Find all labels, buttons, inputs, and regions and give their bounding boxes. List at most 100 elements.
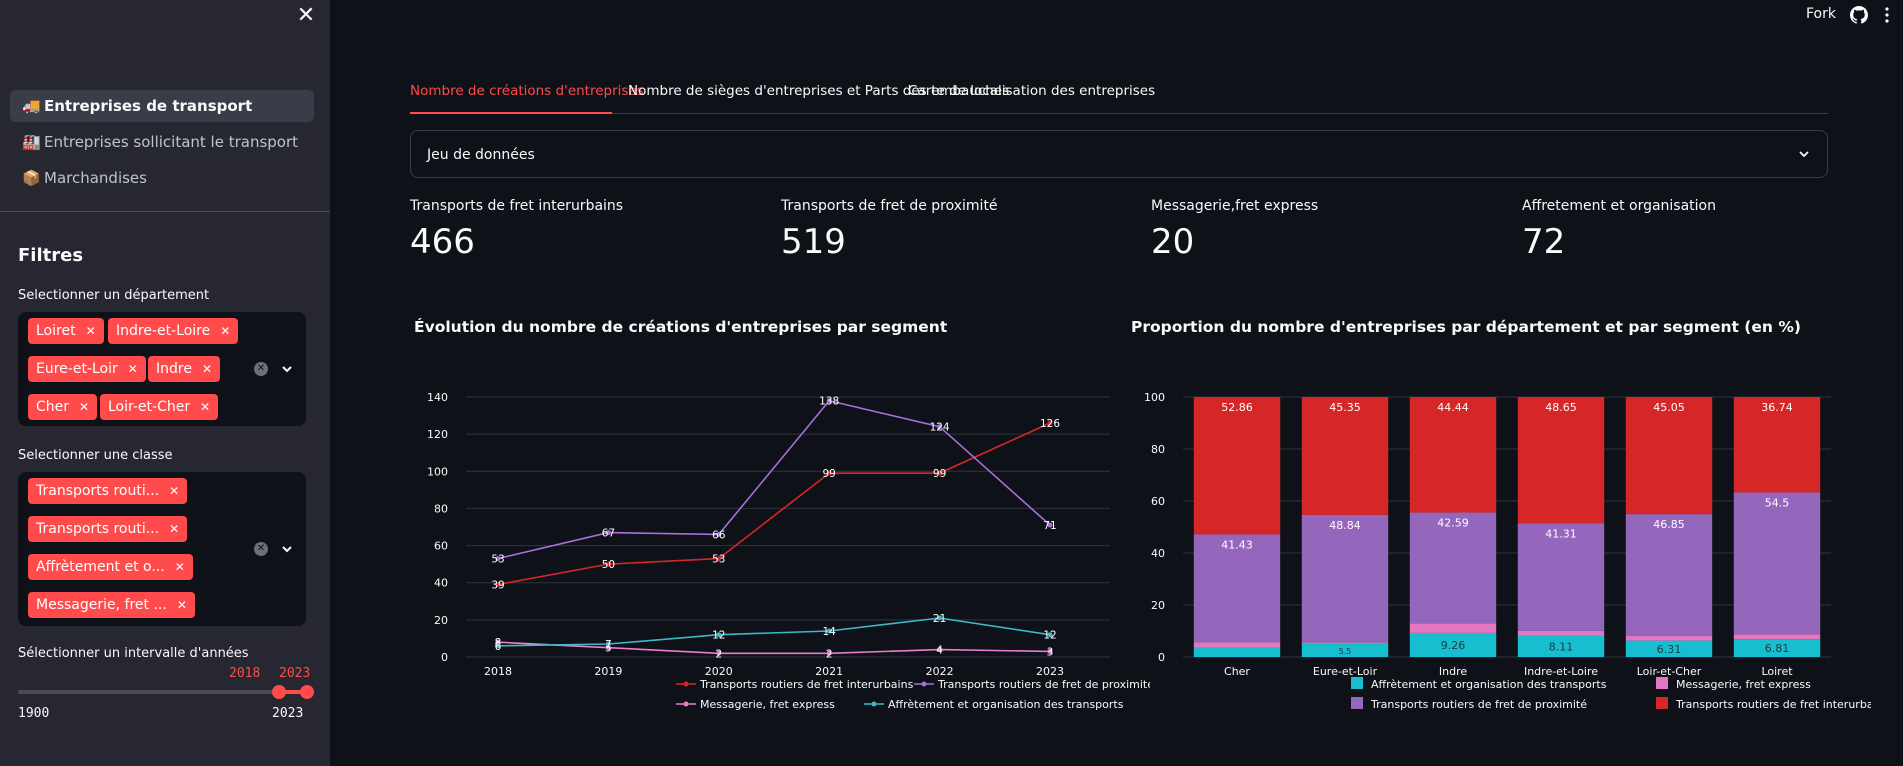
- metric-value: 72: [1522, 222, 1566, 262]
- remove-tag-icon[interactable]: ✕: [128, 362, 138, 376]
- data-label: 45.05: [1653, 401, 1685, 414]
- remove-tag-icon[interactable]: ✕: [169, 484, 179, 498]
- chevron-down-icon: [1799, 151, 1809, 158]
- y-tick-label: 20: [434, 614, 448, 627]
- tab-carte[interactable]: Carte de localisation des entreprises: [908, 82, 1155, 114]
- data-label: 99: [933, 468, 946, 480]
- nav-item-entreprises-transport[interactable]: 🚚 Entreprises de transport: [10, 90, 314, 122]
- bar-segment: [1409, 397, 1497, 513]
- tag-label: Indre: [156, 361, 192, 377]
- bar-segment: [1625, 635, 1713, 641]
- remove-tag-icon[interactable]: ✕: [175, 560, 185, 574]
- y-tick-label: 80: [1151, 443, 1165, 456]
- slider-handle-high[interactable]: [300, 685, 314, 699]
- sidebar-nav: 🚚 Entreprises de transport 🏭 Entreprises…: [10, 90, 314, 198]
- data-label: 41.31: [1545, 527, 1577, 540]
- clear-icon[interactable]: ✕: [254, 542, 268, 556]
- slider-value-high: 2023: [279, 666, 311, 681]
- remove-tag-icon[interactable]: ✕: [202, 362, 212, 376]
- y-tick-label: 40: [1151, 547, 1165, 560]
- metric-interurbains: Transports de fret interurbains 466: [410, 198, 623, 262]
- class-multiselect[interactable]: Transports routi... ✕ Transports routi...…: [18, 472, 306, 626]
- slider-max: 2023: [272, 706, 304, 721]
- tag-cher[interactable]: Cher ✕: [28, 394, 98, 420]
- metric-label: Transports de fret de proximité: [781, 198, 998, 214]
- legend-label: Transports routiers de fret de proximité: [937, 678, 1150, 691]
- remove-tag-icon[interactable]: ✕: [220, 324, 230, 338]
- remove-tag-icon[interactable]: ✕: [86, 324, 96, 338]
- y-tick-label: 60: [1151, 495, 1165, 508]
- tag-loiret[interactable]: Loiret ✕: [28, 318, 104, 344]
- slider-handle-low[interactable]: [272, 685, 286, 699]
- y-tick-label: 140: [427, 391, 448, 404]
- data-label: 138: [819, 396, 839, 408]
- sidebar-divider: [0, 211, 330, 212]
- legend-label: Messagerie, fret express: [1676, 678, 1811, 691]
- x-tick-label: 2018: [484, 665, 512, 678]
- remove-tag-icon[interactable]: ✕: [177, 598, 187, 612]
- truck-icon: 🚚: [22, 97, 41, 115]
- tag-label: Messagerie, fret ...: [36, 597, 167, 613]
- tag-class[interactable]: Transports routi... ✕: [28, 478, 188, 504]
- tag-eure-et-loir[interactable]: Eure-et-Loir ✕: [28, 356, 146, 382]
- data-label: 21: [933, 613, 946, 625]
- legend-label: Messagerie, fret express: [700, 698, 835, 711]
- nav-item-entreprises-sollicitant[interactable]: 🏭 Entreprises sollicitant le transport: [10, 126, 314, 158]
- tag-class[interactable]: Messagerie, fret ... ✕: [28, 592, 195, 618]
- legend-marker: [871, 701, 877, 707]
- data-label: 2: [715, 648, 722, 660]
- legend-swatch: [1656, 677, 1668, 689]
- data-label: 50: [602, 559, 615, 571]
- bar-segment: [1301, 641, 1389, 643]
- tag-class[interactable]: Affrètement et o... ✕: [28, 554, 193, 580]
- data-label: 6: [495, 641, 502, 653]
- close-icon[interactable]: ✕: [294, 4, 318, 28]
- chevron-down-icon[interactable]: [280, 542, 294, 556]
- metric-messagerie: Messagerie,fret express 20: [1151, 198, 1318, 262]
- bar-segment: [1409, 623, 1497, 633]
- bar-segment: [1625, 397, 1713, 515]
- slider-track[interactable]: [18, 690, 306, 694]
- remove-tag-icon[interactable]: ✕: [200, 400, 210, 414]
- bar-segment: [1193, 647, 1281, 657]
- tag-indre[interactable]: Indre ✕: [148, 356, 221, 382]
- y-tick-label: 0: [1158, 651, 1165, 664]
- x-tick-label: Indre: [1439, 665, 1467, 678]
- data-label: 14: [823, 626, 837, 638]
- tag-label: Loiret: [36, 323, 76, 339]
- github-icon[interactable]: [1850, 6, 1868, 24]
- tag-label: Indre-et-Loire: [116, 323, 211, 339]
- metric-label: Messagerie,fret express: [1151, 198, 1319, 214]
- y-tick-label: 100: [427, 465, 448, 478]
- tag-loir-et-cher[interactable]: Loir-et-Cher ✕: [100, 394, 219, 420]
- x-tick-label: Cher: [1224, 665, 1250, 678]
- data-label: 67: [602, 528, 615, 540]
- dept-multiselect[interactable]: Loiret ✕ Indre-et-Loire ✕ Eure-et-Loir ✕ In…: [18, 312, 306, 426]
- data-label: 71: [1043, 520, 1056, 532]
- bar-segment: [1301, 397, 1389, 515]
- sidebar: ✕ 🚚 Entreprises de transport 🏭 Entrepris…: [0, 0, 330, 766]
- metric-label: Affretement et organisation: [1522, 198, 1716, 214]
- fork-button[interactable]: Fork: [1806, 6, 1836, 22]
- bar-segment: [1301, 514, 1389, 642]
- tag-class[interactable]: Transports routi... ✕: [28, 516, 188, 542]
- remove-tag-icon[interactable]: ✕: [169, 522, 179, 536]
- factory-icon: 🏭: [22, 133, 41, 151]
- chevron-down-icon[interactable]: [280, 362, 294, 376]
- data-label: 99: [823, 468, 836, 480]
- nav-item-marchandises[interactable]: 📦 Marchandises: [10, 162, 314, 194]
- kebab-menu-icon[interactable]: [1878, 6, 1896, 24]
- series-line: [497, 399, 1051, 560]
- tag-label: Transports routi...: [36, 483, 160, 499]
- data-label: 9.26: [1441, 639, 1466, 652]
- data-label: 48.65: [1545, 401, 1577, 414]
- clear-icon[interactable]: ✕: [254, 362, 268, 376]
- line-chart-title: Évolution du nombre de créations d'entre…: [414, 318, 948, 336]
- remove-tag-icon[interactable]: ✕: [79, 400, 89, 414]
- legend-label: Affrètement et organisation des transpor…: [888, 698, 1124, 711]
- dataset-expander[interactable]: Jeu de données: [410, 130, 1828, 178]
- series-line: [497, 617, 1051, 647]
- data-label: 52.86: [1221, 401, 1253, 414]
- tag-indre-et-loire[interactable]: Indre-et-Loire ✕: [108, 318, 239, 344]
- tab-creations[interactable]: Nombre de créations d'entreprises: [410, 82, 644, 114]
